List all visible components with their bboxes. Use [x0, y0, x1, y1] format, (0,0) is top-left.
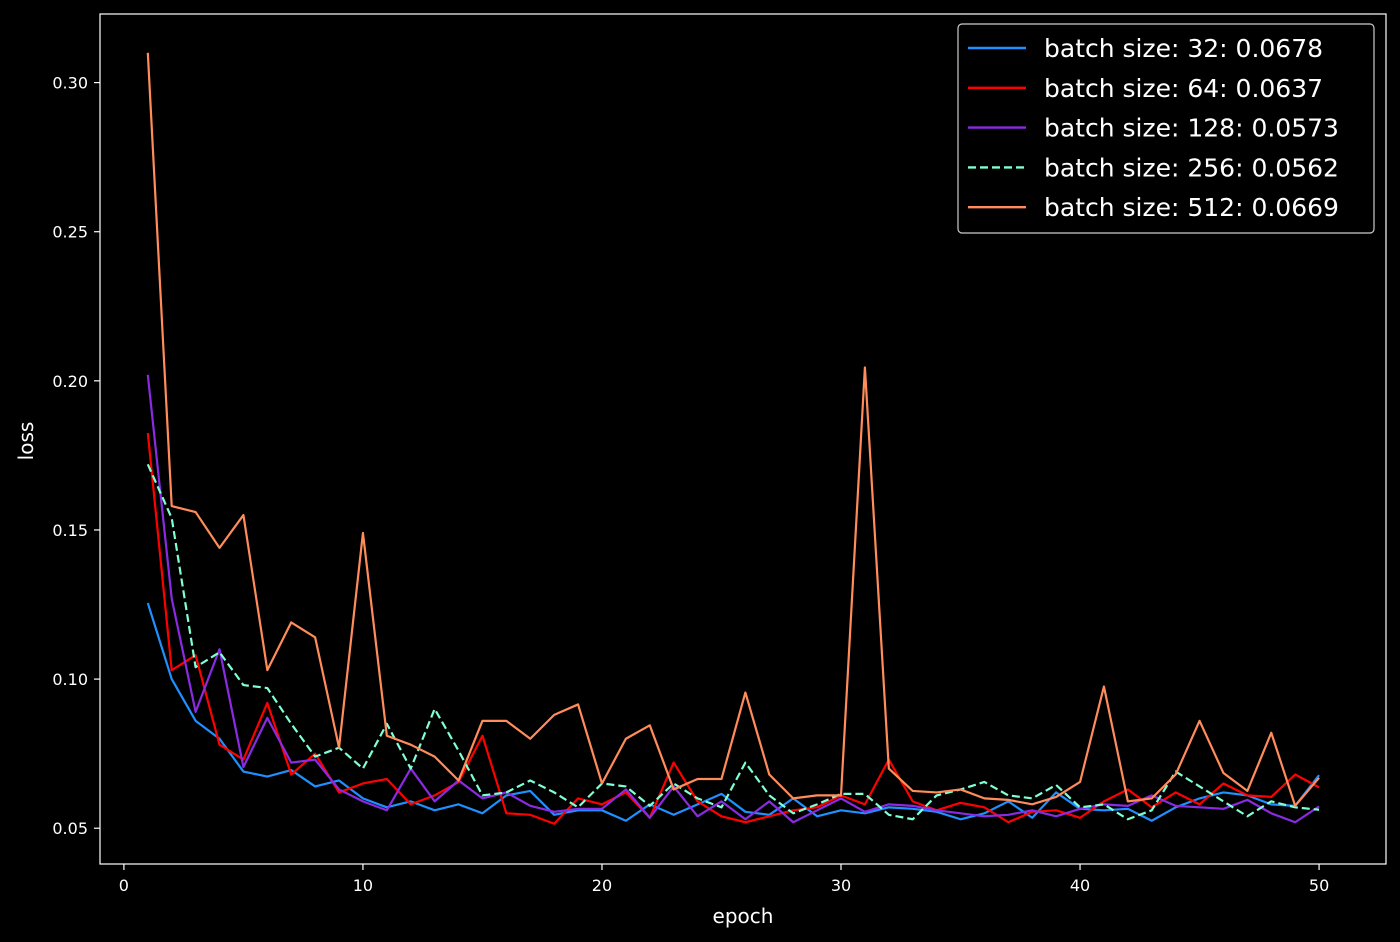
y-tick-label: 0.05	[52, 819, 88, 838]
x-tick-label: 50	[1309, 876, 1329, 895]
x-tick-label: 0	[119, 876, 129, 895]
legend: batch size: 32: 0.0678 batch size: 64: 0.…	[957, 23, 1375, 234]
x-tick-label: 10	[353, 876, 373, 895]
y-axis-label: loss	[14, 422, 38, 461]
legend-label-5: batch size: 512: 0.0669	[1044, 193, 1339, 222]
x-tick-label: 40	[1070, 876, 1090, 895]
y-tick-label: 0.25	[52, 223, 88, 242]
chart: 0 10 20 30 40 50 0.05 0.10 0.15 0.20 0.25 0.30 epo…	[0, 0, 1400, 942]
legend-label-1: batch size: 32: 0.0678	[1044, 34, 1323, 63]
x-tick-label: 30	[831, 876, 851, 895]
y-tick-label: 0.10	[52, 670, 88, 689]
x-axis-label: epoch	[713, 904, 774, 928]
legend-label-2: batch size: 64: 0.0637	[1044, 74, 1323, 103]
y-tick-label: 0.20	[52, 372, 88, 391]
y-tick-label: 0.30	[52, 74, 88, 93]
legend-label-4: batch size: 256: 0.0562	[1044, 153, 1339, 182]
y-tick-label: 0.15	[52, 521, 88, 540]
chart-svg: 0 10 20 30 40 50 0.05 0.10 0.15 0.20 0.25 0.30 epo…	[0, 0, 1400, 942]
legend-label-3: batch size: 128: 0.0573	[1044, 114, 1339, 143]
x-tick-label: 20	[592, 876, 612, 895]
